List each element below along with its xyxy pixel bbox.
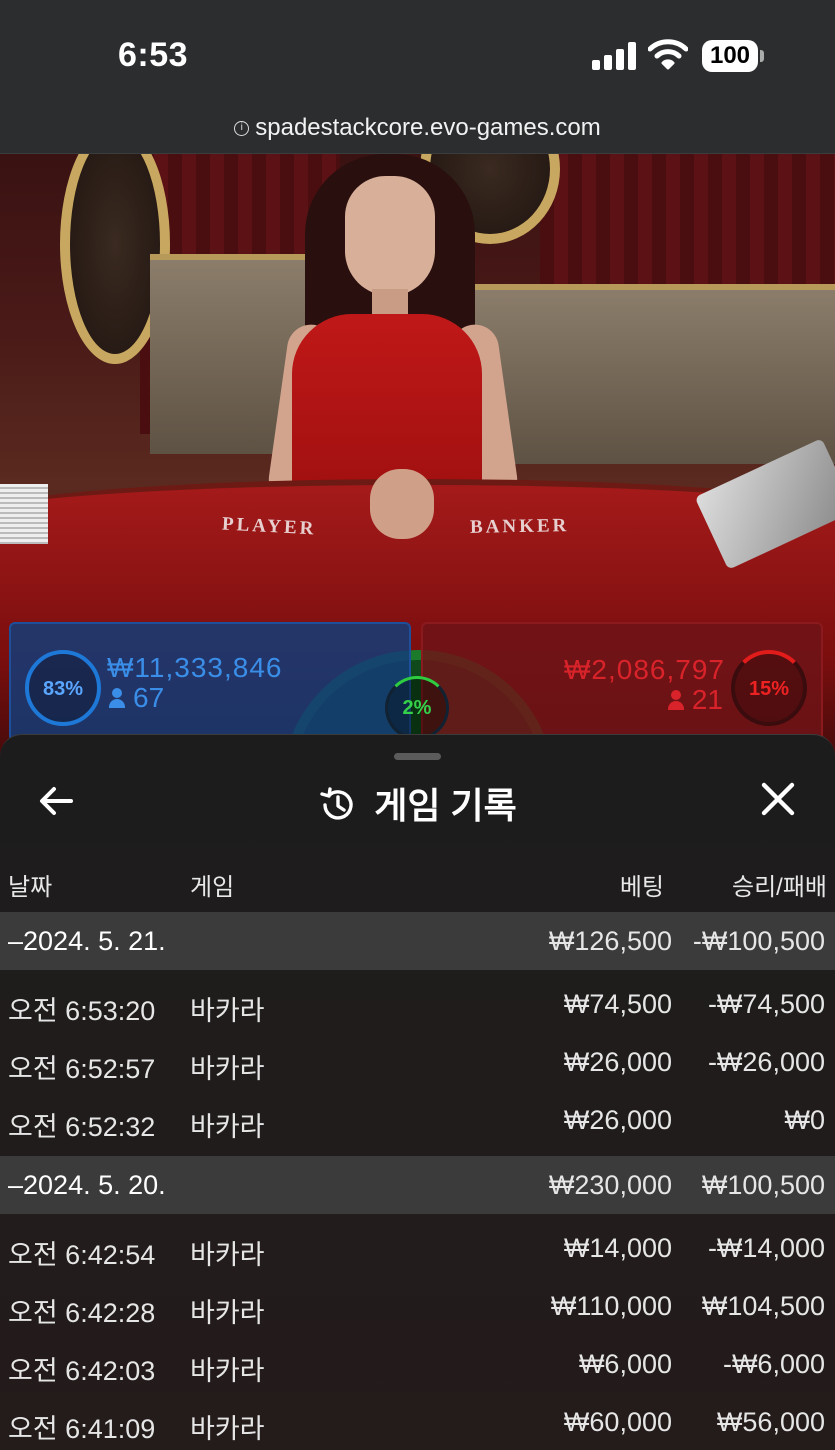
player-bet-amount: ₩11,333,846 xyxy=(107,652,283,683)
banker-bettor-count-value: 21 xyxy=(691,684,723,715)
game-history-sheet: 게임 기록 날짜 게임 베팅 승리/패배 –2024. 5. 21. ₩126,… xyxy=(0,734,835,1450)
sheet-drag-handle[interactable] xyxy=(394,753,441,760)
url-text: spadestackcore.evo-games.com xyxy=(255,114,601,141)
column-header-bet: 베팅 xyxy=(619,874,664,901)
row-win-loss: -₩14,000 xyxy=(707,1233,825,1263)
group-date: –2024. 5. 21. xyxy=(8,926,166,956)
row-time: 오전 6:42:03 xyxy=(8,1356,156,1386)
row-bet: ₩60,000 xyxy=(563,1407,672,1437)
row-time: 오전 6:53:20 xyxy=(8,996,156,1026)
row-bet: ₩14,000 xyxy=(563,1233,672,1263)
banker-bettor-count: 21 xyxy=(667,684,723,716)
person-icon xyxy=(109,688,125,708)
table-row[interactable]: 오전 6:42:54 바카라 ₩14,000 -₩14,000 xyxy=(0,1219,835,1277)
dealer-face xyxy=(345,176,435,296)
info-icon[interactable]: i xyxy=(234,121,250,137)
row-bet: ₩6,000 xyxy=(578,1349,672,1379)
row-bet: ₩26,000 xyxy=(563,1105,672,1135)
row-time: 오전 6:52:32 xyxy=(8,1112,156,1142)
status-bar: 6:53 100 xyxy=(0,0,835,108)
row-game: 바카라 xyxy=(190,1054,265,1084)
battery-indicator: 100 xyxy=(702,40,758,72)
column-header-win-loss: 승리/패배 xyxy=(732,874,827,901)
cellular-signal-icon xyxy=(592,42,636,70)
sheet-title-text: 게임 기록 xyxy=(374,785,517,826)
sheet-title: 게임 기록 xyxy=(0,777,835,829)
history-icon xyxy=(320,787,353,820)
table-row[interactable]: 오전 6:53:20 바카라 ₩74,500 -₩74,500 xyxy=(0,975,835,1033)
table-row[interactable]: 오전 6:42:03 바카라 ₩6,000 -₩6,000 xyxy=(0,1335,835,1393)
wall-panel xyxy=(470,284,835,464)
group-win-loss-total: -₩100,500 xyxy=(692,926,825,956)
wifi-icon xyxy=(648,39,688,70)
player-bet-area[interactable]: 83% ₩11,333,846 67 xyxy=(9,622,411,742)
row-game: 바카라 xyxy=(190,1414,265,1444)
row-game: 바카라 xyxy=(190,1112,265,1142)
table-row[interactable]: 오전 6:52:57 바카라 ₩26,000 -₩26,000 xyxy=(0,1033,835,1091)
group-bet-total: ₩230,000 xyxy=(548,1170,672,1200)
player-bettor-count: 67 xyxy=(109,682,164,714)
status-time: 6:53 xyxy=(118,36,189,74)
row-win-loss: -₩74,500 xyxy=(707,989,825,1019)
banker-percent-ring: 15% xyxy=(731,650,807,726)
column-header-date: 날짜 xyxy=(8,874,53,901)
table-banker-label: BANKER xyxy=(469,515,570,538)
date-group-row[interactable]: –2024. 5. 20. ₩230,000 ₩100,500 xyxy=(0,1156,835,1214)
row-game: 바카라 xyxy=(190,1240,265,1270)
group-bet-total: ₩126,500 xyxy=(548,926,672,956)
row-win-loss: ₩104,500 xyxy=(701,1291,825,1321)
row-time: 오전 6:41:09 xyxy=(8,1414,156,1444)
tie-percent-ring: 2% xyxy=(385,676,449,740)
group-win-loss-total: ₩100,500 xyxy=(701,1170,825,1200)
row-win-loss: -₩6,000 xyxy=(722,1349,825,1379)
battery-tip xyxy=(760,50,764,62)
row-game: 바카라 xyxy=(190,996,265,1026)
close-icon[interactable] xyxy=(760,781,796,817)
row-time: 오전 6:52:57 xyxy=(8,1054,156,1084)
column-header-game: 게임 xyxy=(190,874,235,901)
table-row[interactable]: 오전 6:52:32 바카라 ₩26,000 ₩0 xyxy=(0,1091,835,1149)
table-row[interactable]: 오전 6:41:09 바카라 ₩60,000 ₩56,000 xyxy=(0,1393,835,1450)
player-bettor-count-value: 67 xyxy=(133,682,165,713)
row-win-loss: ₩56,000 xyxy=(716,1407,825,1437)
dealer-hands xyxy=(370,469,434,539)
group-date: –2024. 5. 20. xyxy=(8,1170,166,1200)
row-bet: ₩110,000 xyxy=(550,1291,672,1321)
person-icon xyxy=(667,690,684,710)
table-row[interactable]: 오전 6:42:28 바카라 ₩110,000 ₩104,500 xyxy=(0,1277,835,1335)
date-group-row[interactable]: –2024. 5. 21. ₩126,500 -₩100,500 xyxy=(0,912,835,970)
player-percent-ring: 83% xyxy=(25,650,101,726)
row-game: 바카라 xyxy=(190,1356,265,1386)
address-bar[interactable]: i spadestackcore.evo-games.com xyxy=(0,108,835,154)
row-bet: ₩74,500 xyxy=(563,989,672,1019)
row-bet: ₩26,000 xyxy=(563,1047,672,1077)
row-win-loss: ₩0 xyxy=(784,1105,826,1135)
banker-bet-amount: ₩2,086,797 xyxy=(564,654,725,685)
card-stack xyxy=(0,484,48,544)
row-time: 오전 6:42:28 xyxy=(8,1298,156,1328)
row-time: 오전 6:42:54 xyxy=(8,1240,156,1270)
row-win-loss: -₩26,000 xyxy=(707,1047,825,1077)
row-game: 바카라 xyxy=(190,1298,265,1328)
banker-bet-area[interactable]: 15% ₩2,086,797 21 xyxy=(421,622,823,742)
